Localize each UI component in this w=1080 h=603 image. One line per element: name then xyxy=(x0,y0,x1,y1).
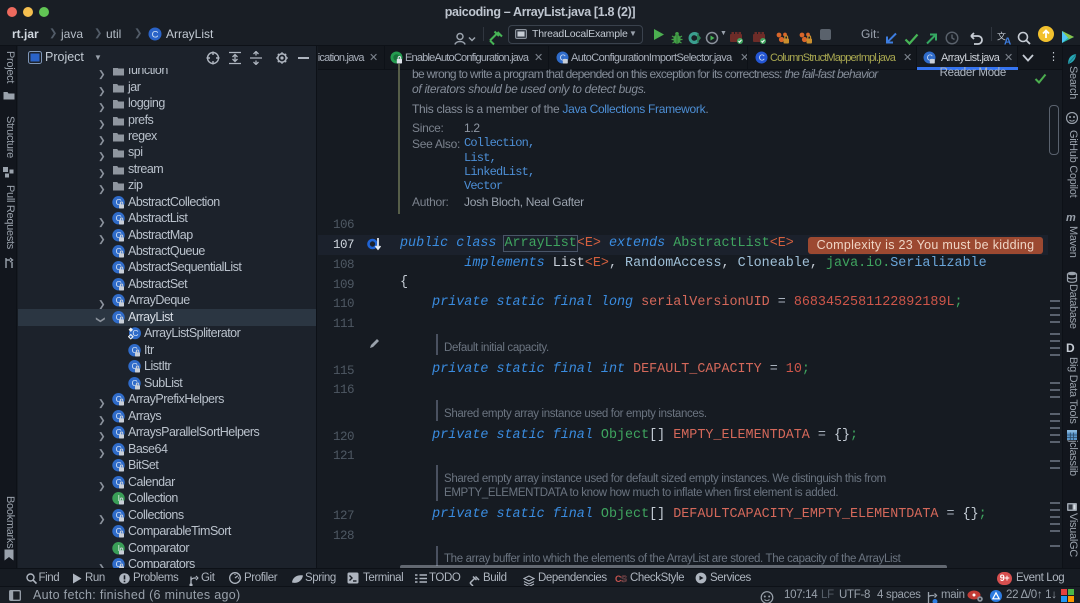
svg-text:C: C xyxy=(759,53,765,63)
svg-text:C: C xyxy=(152,30,159,41)
svg-text:S: S xyxy=(621,574,627,584)
